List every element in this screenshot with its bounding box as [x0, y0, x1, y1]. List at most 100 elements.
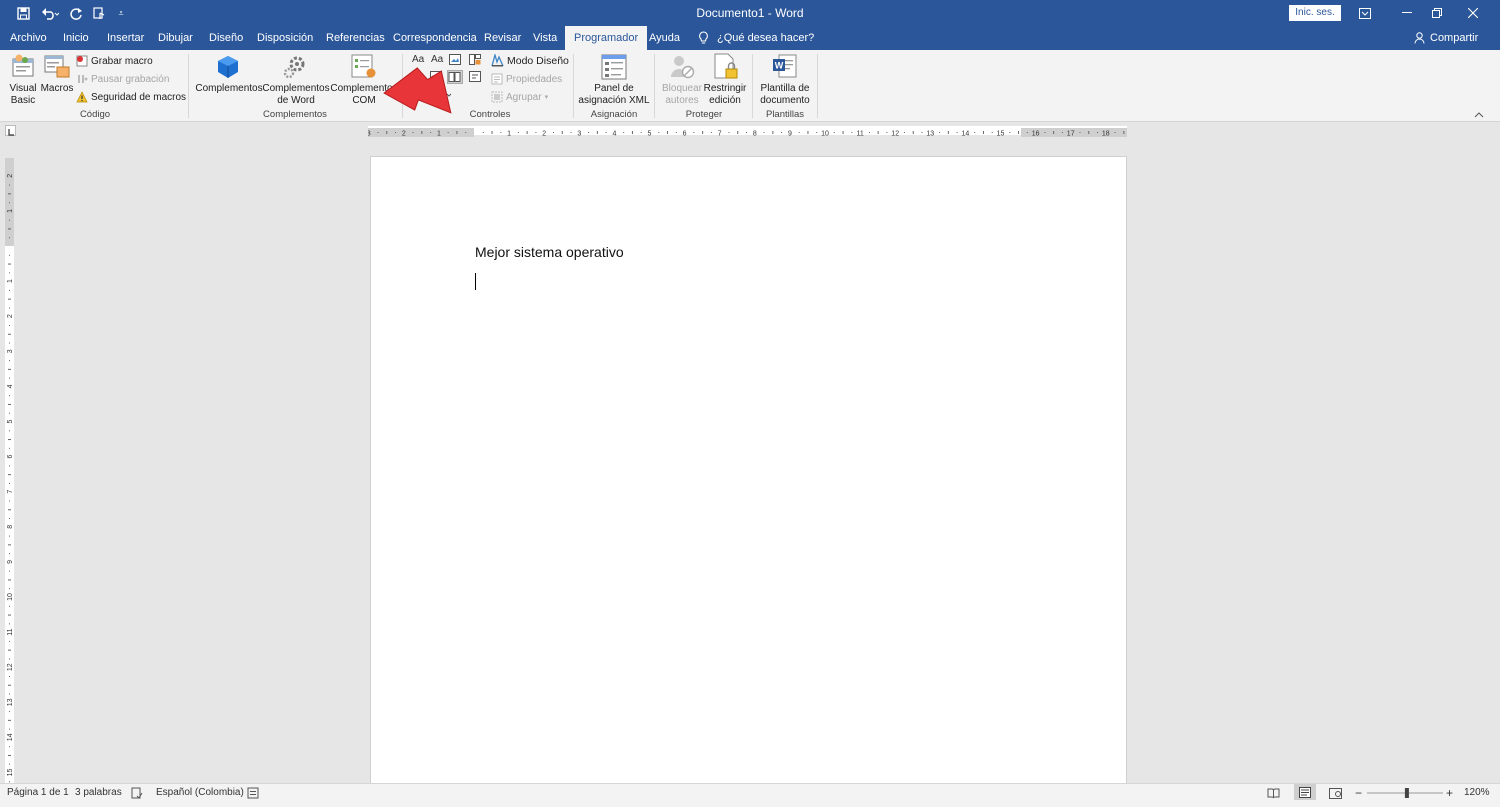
word-addins-button[interactable]: Complementos de Word: [262, 83, 330, 107]
svg-text:1: 1: [437, 131, 441, 138]
svg-text:6: 6: [7, 455, 14, 459]
block-authors-icon: [669, 54, 695, 83]
zoom-in-button[interactable]: +: [1446, 784, 1453, 802]
block-authors-label-1: Bloquear: [661, 83, 703, 94]
accessibility-icon[interactable]: [247, 784, 259, 802]
restrict-editing-icon: [713, 53, 739, 84]
svg-text:W: W: [775, 61, 784, 71]
svg-text:6: 6: [683, 131, 687, 138]
share-button[interactable]: Compartir: [1414, 26, 1478, 50]
visual-basic-button[interactable]: Visual Basic: [4, 83, 42, 107]
svg-text:18: 18: [1102, 131, 1110, 138]
vertical-ruler[interactable]: 2 1 1 2 3 4 5 6 7 8 9 10 11 12 13 14 15: [5, 158, 14, 783]
design-mode-button[interactable]: Modo Diseño: [491, 54, 569, 67]
status-bar: Página 1 de 1 3 palabras Español (Colomb…: [0, 783, 1500, 807]
word-addins-label-1: Complementos: [262, 83, 330, 94]
svg-text:11: 11: [856, 131, 863, 138]
restrict-editing-button[interactable]: Restringir edición: [703, 83, 747, 107]
svg-text:15: 15: [997, 131, 1005, 138]
svg-text:7: 7: [7, 490, 14, 494]
word-count[interactable]: 3 palabras: [75, 784, 122, 802]
visual-basic-icon: [11, 54, 35, 83]
block-authors-label-2: autores: [665, 95, 699, 106]
tab-correspondencia[interactable]: Correspondencia: [393, 26, 477, 50]
red-arrow-annotation: [380, 64, 452, 119]
group-label-asignacion: Asignación: [590, 109, 638, 120]
tab-programador[interactable]: Programador: [565, 26, 648, 50]
share-label: Compartir: [1430, 32, 1479, 44]
restore-icon[interactable]: [1420, 0, 1454, 26]
page-count[interactable]: Página 1 de 1: [7, 784, 69, 802]
tab-insertar[interactable]: Insertar: [107, 26, 144, 50]
properties-label: Propiedades: [506, 73, 563, 85]
svg-text:13: 13: [926, 131, 934, 138]
xml-mapping-pane-button[interactable]: Panel de asignación XML: [577, 83, 651, 107]
svg-text:7: 7: [718, 131, 722, 138]
ribbon-tabs: Archivo Inicio Insertar Dibujar Diseño D…: [0, 26, 1500, 50]
sign-in-button[interactable]: Inic. ses.: [1289, 5, 1341, 21]
tab-vista[interactable]: Vista: [533, 26, 557, 50]
language-indicator[interactable]: Español (Colombia): [156, 784, 244, 802]
complementos-button[interactable]: Complementos: [194, 83, 264, 95]
block-authors-button[interactable]: Bloquear autores: [660, 83, 704, 107]
svg-text:14: 14: [7, 733, 14, 741]
record-macro-label: Grabar macro: [91, 55, 153, 67]
tab-revisar[interactable]: Revisar: [484, 26, 521, 50]
tab-ayuda[interactable]: Ayuda: [649, 26, 680, 50]
tell-me-label: ¿Qué desea hacer?: [717, 32, 815, 44]
document-template-label-2: documento: [760, 95, 810, 106]
lightbulb-icon: [699, 31, 708, 44]
xml-mapping-pane-icon: [601, 54, 627, 83]
properties-button[interactable]: Propiedades: [491, 73, 562, 85]
svg-text:14: 14: [962, 131, 970, 138]
zoom-level[interactable]: 120%: [1464, 784, 1490, 802]
horizontal-ruler[interactable]: 3 2 1 1 2 3 4 5 6 7 8 9 10 11 12 13 14 15 16 17 18: [367, 126, 1127, 138]
xml-mapping-label-1: Panel de: [594, 83, 634, 94]
zoom-out-button[interactable]: −: [1355, 784, 1362, 802]
svg-text:3: 3: [368, 131, 371, 138]
zoom-slider[interactable]: [1367, 784, 1443, 802]
group-label-codigo: Código: [79, 109, 111, 120]
document-template-label-1: Plantilla de: [760, 83, 810, 94]
pause-recording-button[interactable]: Pausar grabación: [76, 73, 169, 85]
tab-diseno[interactable]: Diseño: [209, 26, 243, 50]
dropdown-list-control-icon[interactable]: [469, 71, 481, 85]
group-label-plantillas: Plantillas: [765, 109, 805, 120]
minimize-icon[interactable]: [1390, 0, 1424, 26]
svg-text:15: 15: [7, 769, 14, 777]
tab-referencias[interactable]: Referencias: [326, 26, 385, 50]
read-mode-icon[interactable]: [1267, 784, 1280, 802]
svg-text:12: 12: [891, 131, 899, 138]
print-layout-icon[interactable]: [1294, 784, 1316, 800]
group-button[interactable]: Agrupar ▾: [491, 91, 548, 103]
design-mode-label: Modo Diseño: [507, 54, 569, 67]
svg-text:11: 11: [7, 628, 14, 635]
document-template-button[interactable]: Plantilla de documento: [757, 83, 813, 107]
building-block-control-icon[interactable]: [469, 54, 481, 68]
svg-text:17: 17: [1067, 131, 1075, 138]
record-macro-icon: [76, 55, 88, 67]
close-icon[interactable]: [1456, 0, 1490, 26]
document-page[interactable]: Mejor sistema operativo: [370, 156, 1127, 796]
tell-me-search[interactable]: ¿Qué desea hacer?: [698, 26, 814, 50]
svg-text:12: 12: [7, 663, 14, 671]
record-macro-button[interactable]: Grabar macro: [76, 55, 153, 67]
collapse-ribbon-icon[interactable]: [1474, 110, 1484, 121]
tab-dibujar[interactable]: Dibujar: [158, 26, 193, 50]
group-label: Agrupar: [506, 91, 542, 103]
proofing-icon[interactable]: [131, 784, 143, 802]
svg-text:2: 2: [7, 314, 14, 318]
tab-archivo[interactable]: Archivo: [10, 26, 47, 50]
tab-inicio[interactable]: Inicio: [63, 26, 89, 50]
macros-button[interactable]: Macros: [39, 83, 75, 95]
web-layout-icon[interactable]: [1329, 784, 1342, 802]
macro-security-button[interactable]: Seguridad de macros: [76, 91, 186, 103]
visual-basic-label-2: Basic: [10, 95, 36, 106]
tab-selector-icon[interactable]: [5, 125, 16, 136]
ribbon-display-options-icon[interactable]: [1348, 0, 1382, 26]
document-text-line[interactable]: Mejor sistema operativo: [475, 244, 624, 260]
svg-text:9: 9: [788, 131, 792, 138]
group-label-controles: Controles: [469, 109, 511, 120]
group-dropdown-icon: ▾: [544, 94, 549, 101]
tab-disposicion[interactable]: Disposición: [257, 26, 313, 50]
